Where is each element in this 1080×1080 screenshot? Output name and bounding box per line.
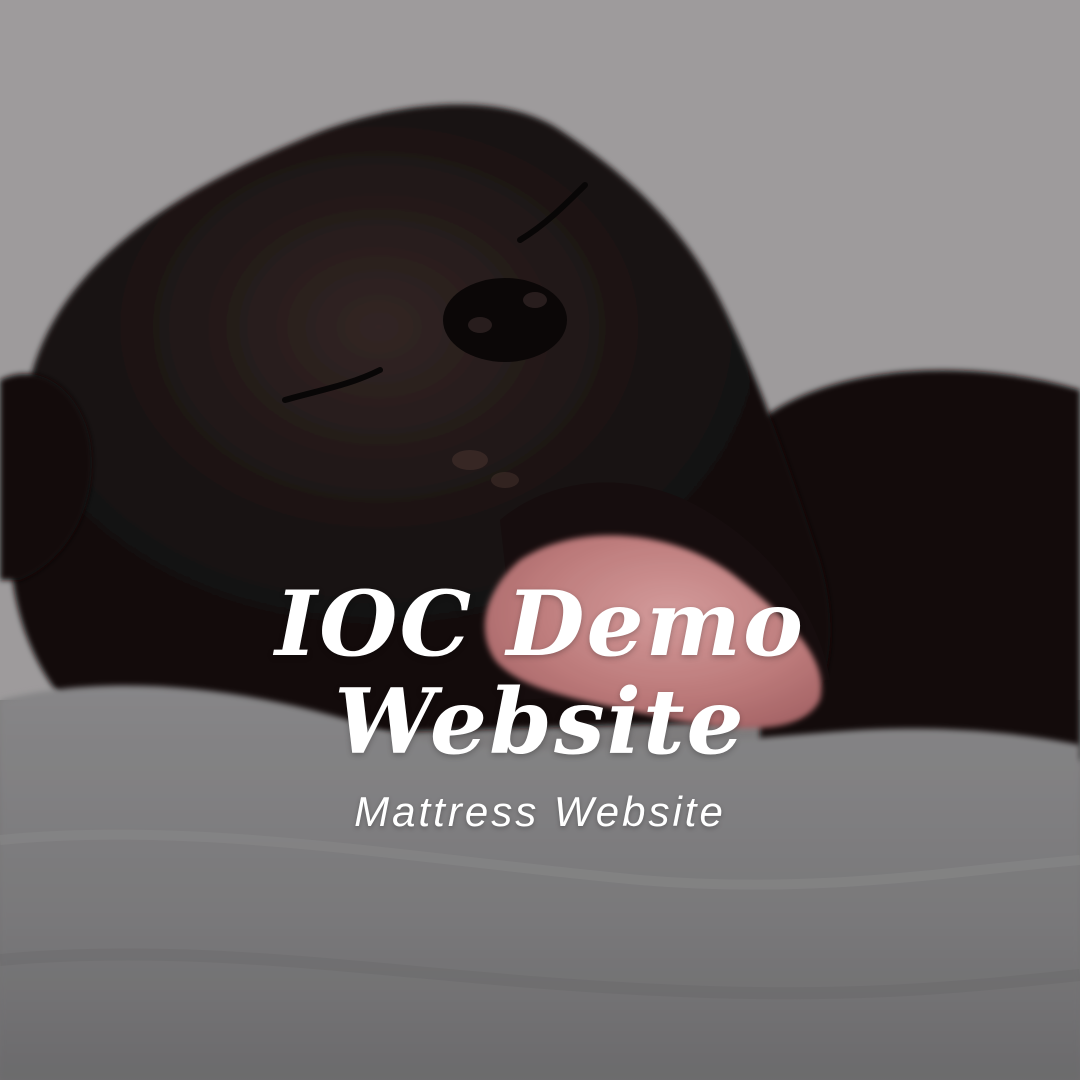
dog-nostril — [468, 317, 492, 333]
hero-subtitle: Mattress Website — [354, 788, 726, 835]
dog-muzzle — [452, 450, 488, 470]
sleeping-dog-photo-icon — [0, 0, 1080, 1080]
hero-title: IOC Demo Website — [0, 575, 1080, 771]
dog-nostril — [523, 292, 547, 308]
hero-title-line-1: IOC Demo — [274, 571, 806, 677]
dog-nose — [443, 278, 567, 362]
dog-muzzle — [491, 472, 519, 488]
hero-title-line-2: Website — [334, 669, 746, 775]
hero-banner: IOC Demo Website Mattress Website — [0, 0, 1080, 1080]
